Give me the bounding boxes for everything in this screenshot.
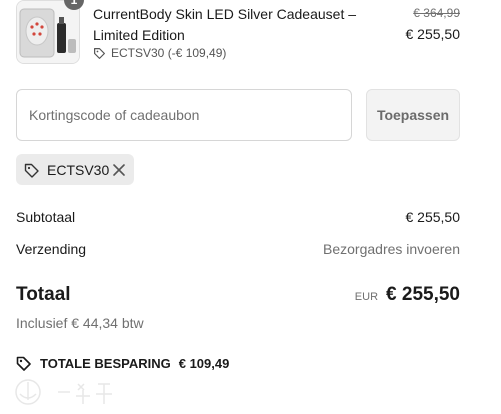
apply-button[interactable]: Toepassen <box>366 89 460 141</box>
tag-icon <box>24 162 40 178</box>
total-savings: TOTALE BESPARING € 109,49 <box>16 355 229 371</box>
subtotal-value: € 255,50 <box>405 209 461 225</box>
tag-icon <box>16 355 32 371</box>
shipping-row: Verzending Bezorgadres invoeren <box>16 241 460 257</box>
watermark-logo <box>10 374 120 410</box>
savings-amount: € 109,49 <box>178 355 230 371</box>
total-label: Totaal <box>16 284 71 305</box>
subtotal-label: Subtotaal <box>16 209 76 225</box>
savings-label: TOTALE BESPARING <box>40 355 171 371</box>
original-price: € 364,99 <box>413 6 460 20</box>
subtotal-row: Subtotaal € 255,50 <box>16 209 460 225</box>
total-amount: € 255,50 <box>386 284 460 305</box>
shipping-value: Bezorgadres invoeren <box>323 241 460 257</box>
applied-discount-chip: ECTSV30 <box>16 154 134 185</box>
product-title: CurrentBody Skin LED Silver Cadeauset – … <box>93 6 357 43</box>
remove-discount-icon[interactable] <box>112 163 126 177</box>
line-item: 1 CurrentBody Skin LED Silver Cadeauset … <box>16 0 460 66</box>
order-summary: 1 CurrentBody Skin LED Silver Cadeauset … <box>0 0 501 414</box>
line-item-price: € 255,50 <box>405 26 461 42</box>
currency-code: EUR <box>354 291 379 303</box>
line-item-discount: ECTSV30 (-€ 109,49) <box>93 46 226 60</box>
tax-line: Inclusief € 44,34 btw <box>16 315 144 331</box>
discount-code-input[interactable] <box>16 89 352 141</box>
applied-discount-code: ECTSV30 <box>47 161 110 178</box>
line-item-discount-label: ECTSV30 (-€ 109,49) <box>111 46 227 60</box>
shipping-label: Verzending <box>16 241 87 257</box>
tag-icon <box>93 47 106 60</box>
total-value: EUR € 255,50 <box>355 284 460 306</box>
